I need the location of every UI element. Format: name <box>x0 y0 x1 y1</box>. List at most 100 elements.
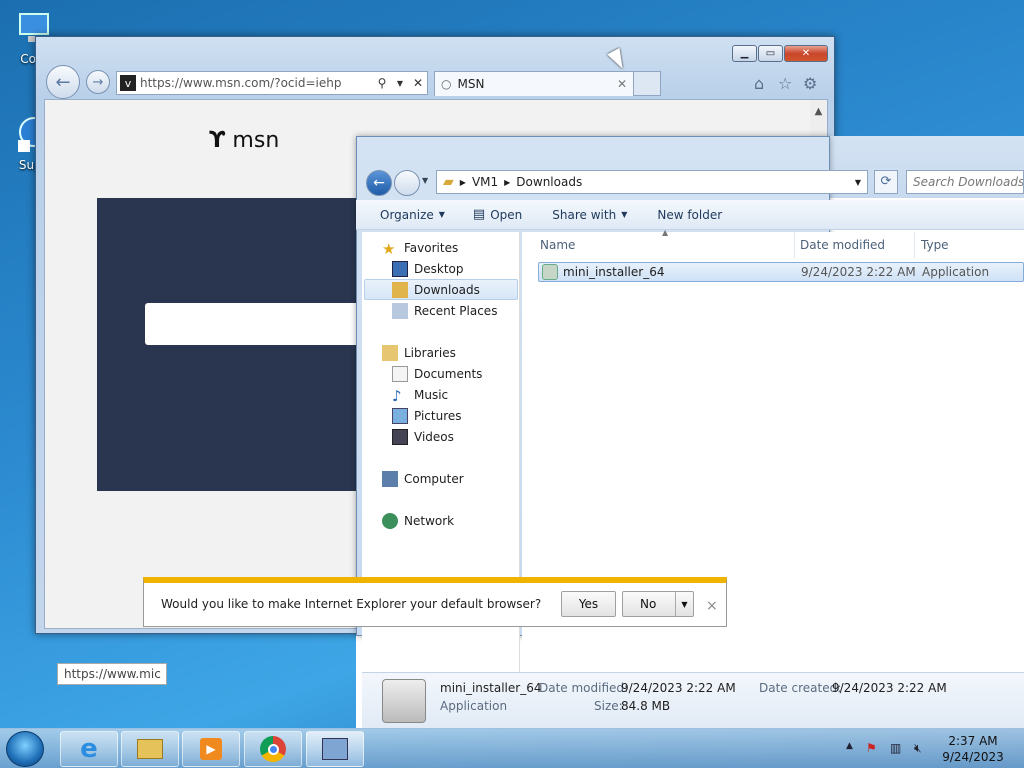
taskbar-explorer[interactable] <box>121 731 179 767</box>
details-date-created-label: Date created: <box>759 681 842 695</box>
open-button[interactable]: ▤ Open <box>473 207 522 222</box>
explorer-address-bar[interactable]: ▰ ▶ VM1 ▶ Downloads ▼ <box>436 170 868 194</box>
column-header-date-modified[interactable]: Date modified <box>800 238 885 252</box>
dropdown-icon[interactable]: ▼ <box>391 79 409 88</box>
taskbar-ie[interactable]: e <box>60 731 118 767</box>
column-header-name[interactable]: Name <box>540 238 575 252</box>
libraries-icon <box>382 344 398 361</box>
search-icon[interactable]: ⚲ <box>373 76 391 90</box>
address-text: https://www.msn.com/?ocid=iehp <box>140 76 342 90</box>
nav-label: Computer <box>404 471 464 486</box>
chevron-down-icon: ▼ <box>621 210 628 219</box>
no-dropdown-icon[interactable]: ▼ <box>675 592 693 616</box>
new-tab-button[interactable] <box>634 71 661 96</box>
address-bar[interactable]: ⅴ https://www.msn.com/?ocid=iehp ⚲ ▼ ✕ <box>116 71 428 95</box>
nav-desktop[interactable]: Desktop <box>392 258 464 279</box>
msn-logo-text: msn <box>232 128 280 153</box>
details-file-name: mini_installer_64 <box>440 681 542 695</box>
nav-label: Recent Places <box>414 303 498 318</box>
default-browser-notification: Would you like to make Internet Explorer… <box>143 577 727 627</box>
no-button[interactable]: No ▼ <box>622 591 694 617</box>
msn-hero-panel <box>97 198 397 491</box>
minimize-button[interactable]: ▁ <box>732 45 757 62</box>
nav-computer[interactable]: Computer <box>382 468 464 489</box>
close-notification-icon[interactable]: × <box>706 598 718 614</box>
folder-icon: ▰ <box>443 174 454 190</box>
favorites-star-icon[interactable]: ☆ <box>778 74 792 93</box>
details-date-created: 9/24/2023 2:22 AM <box>832 681 947 695</box>
column-header-type[interactable]: Type <box>921 238 949 252</box>
chrome-icon <box>260 736 286 762</box>
details-date-modified: 9/24/2023 2:22 AM <box>621 681 736 695</box>
forward-button[interactable]: → <box>86 70 110 94</box>
nav-label: Documents <box>414 366 483 381</box>
column-separator[interactable] <box>914 232 915 258</box>
open-label: Open <box>490 207 523 222</box>
nav-music[interactable]: ♪ Music <box>392 384 448 405</box>
volume-muted-icon[interactable]: 🔇︎ <box>914 741 922 756</box>
nav-libraries[interactable]: Libraries <box>382 342 456 363</box>
media-player-icon: ▶ <box>200 738 222 760</box>
downloads-folder-icon <box>392 281 408 298</box>
folder-icon <box>137 739 163 759</box>
nav-label: Videos <box>414 429 454 444</box>
explorer-forward-button[interactable] <box>394 170 420 196</box>
yes-button[interactable]: Yes <box>561 591 616 617</box>
organize-label: Organize <box>380 207 434 222</box>
documents-icon <box>392 365 408 382</box>
file-row-mini-installer[interactable]: mini_installer_64 9/24/2023 2:22 AM Appl… <box>538 262 1024 282</box>
history-dropdown-icon[interactable]: ▼ <box>422 176 428 185</box>
tray-expand-icon[interactable]: ▲ <box>846 741 853 751</box>
nav-downloads[interactable]: Downloads <box>364 279 518 300</box>
desktop-icon <box>392 260 408 277</box>
taskbar-control-panel[interactable] <box>306 731 364 767</box>
nav-recent-places[interactable]: Recent Places <box>392 300 497 321</box>
nav-label: Desktop <box>414 261 464 276</box>
msn-logo[interactable]: ϒ msn <box>209 128 279 153</box>
nav-label: Favorites <box>404 240 459 255</box>
nav-network[interactable]: Network <box>382 510 454 531</box>
column-separator[interactable] <box>794 232 795 258</box>
clock[interactable]: 2:37 AM 9/24/2023 <box>940 733 1006 765</box>
nav-documents[interactable]: Documents <box>392 363 482 384</box>
breadcrumb-separator: ▶ <box>504 177 511 187</box>
nav-label: Music <box>414 387 449 402</box>
back-button[interactable]: ← <box>46 65 80 99</box>
taskbar-media-player[interactable]: ▶ <box>182 731 240 767</box>
address-dropdown-icon[interactable]: ▼ <box>855 178 861 187</box>
network-status-icon[interactable]: ▥ <box>890 741 901 755</box>
loading-icon: ○ <box>441 77 452 91</box>
nav-videos[interactable]: Videos <box>392 426 454 447</box>
nav-label: Libraries <box>404 345 456 360</box>
explorer-toolbar: Organize ▼ ▤ Open Share with ▼ New folder <box>356 200 1024 230</box>
nav-favorites[interactable]: ★ Favorites <box>382 237 458 258</box>
new-folder-button[interactable]: New folder <box>657 208 722 222</box>
breadcrumb-item-vm1[interactable]: VM1 <box>472 175 498 189</box>
home-icon[interactable]: ⌂ <box>754 74 764 93</box>
breadcrumb-item-downloads[interactable]: Downloads <box>516 175 582 189</box>
gear-icon[interactable]: ⚙ <box>803 74 817 93</box>
control-panel-icon <box>322 738 348 760</box>
tab-msn[interactable]: ○ MSN ✕ <box>434 71 634 96</box>
breadcrumb-separator: ▶ <box>459 177 466 187</box>
close-button[interactable]: ✕ <box>784 45 828 62</box>
recent-places-icon <box>392 302 408 319</box>
explorer-back-button[interactable]: ← <box>366 170 392 196</box>
maximize-button[interactable]: ▭ <box>758 45 783 62</box>
nav-label: Pictures <box>414 408 462 423</box>
computer-icon <box>382 470 398 487</box>
nav-pictures[interactable]: Pictures <box>392 405 462 426</box>
share-with-button[interactable]: Share with ▼ <box>552 208 627 222</box>
msn-search-input[interactable] <box>145 303 385 345</box>
start-button[interactable] <box>6 731 44 767</box>
refresh-button[interactable]: ⟳ <box>874 170 898 194</box>
open-app-icon: ▤ <box>472 207 486 222</box>
tab-close-icon[interactable]: ✕ <box>617 77 627 91</box>
details-size: 84.8 MB <box>621 699 671 713</box>
scroll-up-icon[interactable]: ▲ <box>810 100 827 117</box>
taskbar-chrome[interactable] <box>244 731 302 767</box>
action-center-icon[interactable]: ⚑ <box>866 741 877 755</box>
stop-icon[interactable]: ✕ <box>409 76 427 90</box>
organize-button[interactable]: Organize ▼ <box>380 208 445 222</box>
search-downloads-input[interactable]: Search Downloads <box>906 170 1024 194</box>
